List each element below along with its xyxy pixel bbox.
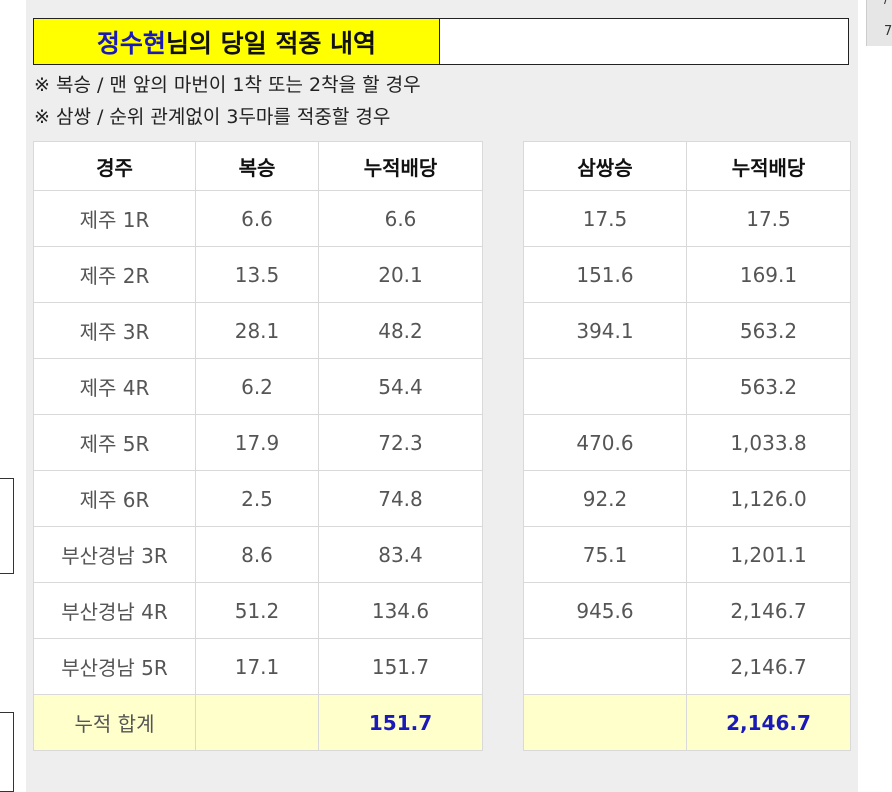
title-blank-cell [440, 18, 849, 65]
cumulative-cell: 2,146.7 [686, 582, 851, 639]
table-row: 제주 1R 6.6 6.6 17.5 17.5 [33, 190, 851, 247]
header-boksung: 복승 [195, 141, 319, 191]
column-gap [482, 638, 524, 695]
corner-text: 7 [884, 24, 892, 39]
cumulative-cell: 2,146.7 [686, 638, 851, 695]
column-gap [482, 470, 524, 527]
total-row: 누적 합계 151.7 2,146.7 [33, 694, 851, 751]
boksung-cell: 51.2 [195, 582, 319, 639]
total-boksung-cumulative: 151.7 [318, 694, 483, 751]
cumulative-cell: 134.6 [318, 582, 483, 639]
samssang-cell: 151.6 [523, 246, 687, 303]
title-text: 님의 당일 적중 내역 [165, 28, 377, 58]
samssang-cell: 470.6 [523, 414, 687, 471]
total-empty-cell [195, 694, 319, 751]
corner-widget: / 7 [866, 0, 892, 46]
cumulative-cell: 169.1 [686, 246, 851, 303]
cumulative-cell: 83.4 [318, 526, 483, 583]
table-row: 제주 3R 28.1 48.2 394.1 563.2 [33, 302, 851, 359]
left-edge-frame [0, 478, 14, 574]
note-boksung: ※ 복승 / 맨 앞의 마번이 1착 또는 2착을 할 경우 [34, 74, 421, 96]
column-gap [482, 414, 524, 471]
column-gap [482, 358, 524, 415]
total-empty-cell [523, 694, 687, 751]
cumulative-cell: 151.7 [318, 638, 483, 695]
cumulative-cell: 1,201.1 [686, 526, 851, 583]
boksung-cell: 17.9 [195, 414, 319, 471]
boksung-cell: 28.1 [195, 302, 319, 359]
page-title: 정수현 님의 당일 적중 내역 [33, 18, 440, 65]
samssang-cell [523, 358, 687, 415]
boksung-cell: 17.1 [195, 638, 319, 695]
header-samssang: 삼쌍승 [523, 141, 687, 191]
corner-text: / [884, 0, 888, 7]
race-cell: 제주 2R [33, 246, 196, 303]
samssang-cell: 75.1 [523, 526, 687, 583]
column-gap [482, 141, 524, 191]
header-cumulative: 누적배당 [686, 141, 851, 191]
cumulative-cell: 48.2 [318, 302, 483, 359]
samssang-cell: 945.6 [523, 582, 687, 639]
cumulative-cell: 1,033.8 [686, 414, 851, 471]
cumulative-cell: 1,126.0 [686, 470, 851, 527]
boksung-cell: 13.5 [195, 246, 319, 303]
race-cell: 제주 4R [33, 358, 196, 415]
column-gap [482, 694, 524, 751]
table-row: 부산경남 5R 17.1 151.7 2,146.7 [33, 638, 851, 695]
header-cumulative: 누적배당 [318, 141, 483, 191]
total-samssang-cumulative: 2,146.7 [686, 694, 851, 751]
table-row: 제주 6R 2.5 74.8 92.2 1,126.0 [33, 470, 851, 527]
race-cell: 부산경남 5R [33, 638, 196, 695]
race-cell: 부산경남 4R [33, 582, 196, 639]
boksung-cell: 2.5 [195, 470, 319, 527]
column-gap [482, 582, 524, 639]
samssang-cell: 92.2 [523, 470, 687, 527]
total-label: 누적 합계 [33, 694, 196, 751]
table-row: 제주 5R 17.9 72.3 470.6 1,033.8 [33, 414, 851, 471]
left-edge-frame [0, 712, 14, 792]
table-row: 제주 2R 13.5 20.1 151.6 169.1 [33, 246, 851, 303]
cumulative-cell: 563.2 [686, 302, 851, 359]
column-gap [482, 246, 524, 303]
cumulative-cell: 17.5 [686, 190, 851, 247]
cumulative-cell: 72.3 [318, 414, 483, 471]
cumulative-cell: 6.6 [318, 190, 483, 247]
table-header-row: 경주 복승 누적배당 삼쌍승 누적배당 [33, 141, 851, 191]
user-name: 정수현 [96, 28, 166, 58]
note-samssang: ※ 삼쌍 / 순위 관계없이 3두마를 적중할 경우 [34, 106, 391, 128]
column-gap [482, 190, 524, 247]
samssang-cell: 394.1 [523, 302, 687, 359]
race-cell: 제주 3R [33, 302, 196, 359]
race-cell: 제주 1R [33, 190, 196, 247]
header-race: 경주 [33, 141, 196, 191]
race-cell: 제주 6R [33, 470, 196, 527]
cumulative-cell: 54.4 [318, 358, 483, 415]
boksung-cell: 6.6 [195, 190, 319, 247]
samssang-cell [523, 638, 687, 695]
cumulative-cell: 20.1 [318, 246, 483, 303]
boksung-cell: 8.6 [195, 526, 319, 583]
column-gap [482, 302, 524, 359]
table-row: 제주 4R 6.2 54.4 563.2 [33, 358, 851, 415]
boksung-cell: 6.2 [195, 358, 319, 415]
samssang-cell: 17.5 [523, 190, 687, 247]
table-row: 부산경남 3R 8.6 83.4 75.1 1,201.1 [33, 526, 851, 583]
cumulative-cell: 563.2 [686, 358, 851, 415]
table-row: 부산경남 4R 51.2 134.6 945.6 2,146.7 [33, 582, 851, 639]
race-cell: 제주 5R [33, 414, 196, 471]
results-table: 경주 복승 누적배당 삼쌍승 누적배당 제주 1R 6.6 6.6 17.5 1… [33, 141, 851, 751]
race-cell: 부산경남 3R [33, 526, 196, 583]
column-gap [482, 526, 524, 583]
cumulative-cell: 74.8 [318, 470, 483, 527]
